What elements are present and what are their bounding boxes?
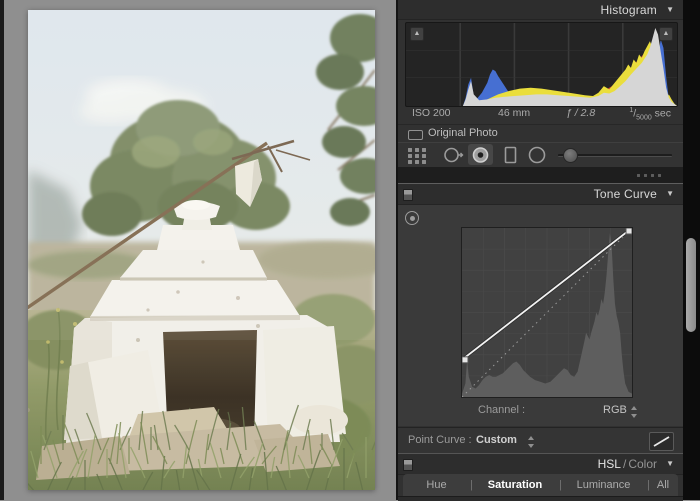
histogram-display[interactable]: ▲ ▲ xyxy=(405,22,678,107)
histogram-panel-title: Histogram xyxy=(600,3,657,17)
photo-canvas-background xyxy=(4,0,396,500)
point-curve-stepper-icon[interactable] xyxy=(528,436,535,448)
panel-resize-grip[interactable] xyxy=(637,174,661,177)
tab-luminance[interactable]: Luminance xyxy=(560,479,647,491)
slider-knob[interactable] xyxy=(562,148,578,163)
point-curve-row: Point Curve : Custom xyxy=(398,427,683,454)
tab-all[interactable]: All xyxy=(648,479,678,491)
panel-scrollbar[interactable] xyxy=(683,0,700,500)
photo-image[interactable] xyxy=(28,10,375,490)
tone-curve-panel-title: Tone Curve xyxy=(593,187,657,201)
panel-group-gap xyxy=(398,167,683,183)
hsl-collapse-icon[interactable]: ▼ xyxy=(666,459,674,468)
hsl-tab-bar: Hue | Saturation | Luminance | All xyxy=(403,474,678,496)
tone-curve-chart xyxy=(460,226,634,398)
next-panel-edge xyxy=(398,496,683,501)
crop-overlay-tool-icon[interactable] xyxy=(407,143,429,167)
hsl-color-panel-title: HSL / Color xyxy=(597,457,657,471)
histogram-chart xyxy=(406,23,677,106)
tone-curve-collapse-icon[interactable]: ▼ xyxy=(666,189,674,198)
panel-solo-mode-icon[interactable] xyxy=(403,189,413,201)
hsl-color-panel-header[interactable]: HSL / Color ▼ xyxy=(398,453,683,475)
red-eye-tool-icon[interactable] xyxy=(468,143,494,167)
channel-stepper-icon[interactable] xyxy=(631,406,638,418)
scrollbar-thumb[interactable] xyxy=(686,238,696,332)
shutter-speed-value: 1/5000 sec xyxy=(629,107,671,122)
point-curve-label: Point Curve : xyxy=(408,434,472,446)
histogram-collapse-icon[interactable]: ▼ xyxy=(666,5,674,14)
edit-point-curve-button[interactable] xyxy=(649,432,674,451)
shadow-clipping-indicator[interactable]: ▲ xyxy=(410,27,424,41)
original-photo-icon xyxy=(408,130,423,140)
photo-illustration xyxy=(28,10,375,490)
channel-row: Channel : RGB xyxy=(398,401,683,421)
targeted-adjustment-icon[interactable] xyxy=(405,211,419,225)
tone-curve-panel-body: Channel : RGB xyxy=(398,205,683,426)
graduated-filter-tool-icon[interactable] xyxy=(502,143,520,167)
spot-removal-tool-icon[interactable] xyxy=(442,143,464,167)
tone-curve-editor[interactable] xyxy=(460,226,634,398)
tool-strip-slider[interactable] xyxy=(558,143,672,167)
radial-filter-tool-icon[interactable] xyxy=(526,143,548,167)
tool-strip xyxy=(398,142,683,168)
tone-curve-panel-header[interactable]: Tone Curve ▼ xyxy=(398,184,683,205)
iso-value: ISO 200 xyxy=(412,107,451,119)
channel-label: Channel : xyxy=(478,404,526,416)
exif-info-row: ISO 200 46 mm ƒ / 2.8 1/5000 sec xyxy=(398,107,683,122)
panel-solo-mode-icon[interactable] xyxy=(403,459,413,471)
point-curve-select[interactable]: Custom xyxy=(476,434,517,446)
channel-select[interactable]: RGB xyxy=(603,404,627,416)
original-photo-row[interactable]: Original Photo xyxy=(398,124,683,142)
histogram-panel-header[interactable]: Histogram ▼ xyxy=(398,0,683,20)
tab-hue[interactable]: Hue xyxy=(403,479,470,491)
aperture-value: ƒ / 2.8 xyxy=(566,107,596,119)
highlight-clipping-indicator[interactable]: ▲ xyxy=(659,27,673,41)
original-photo-label: Original Photo xyxy=(428,127,498,139)
tab-saturation[interactable]: Saturation xyxy=(471,479,559,491)
focal-length-value: 46 mm xyxy=(498,107,531,119)
develop-right-panel: Histogram ▼ ▲ ▲ ISO 200 46 mm ƒ / 2.8 1/… xyxy=(398,0,683,501)
